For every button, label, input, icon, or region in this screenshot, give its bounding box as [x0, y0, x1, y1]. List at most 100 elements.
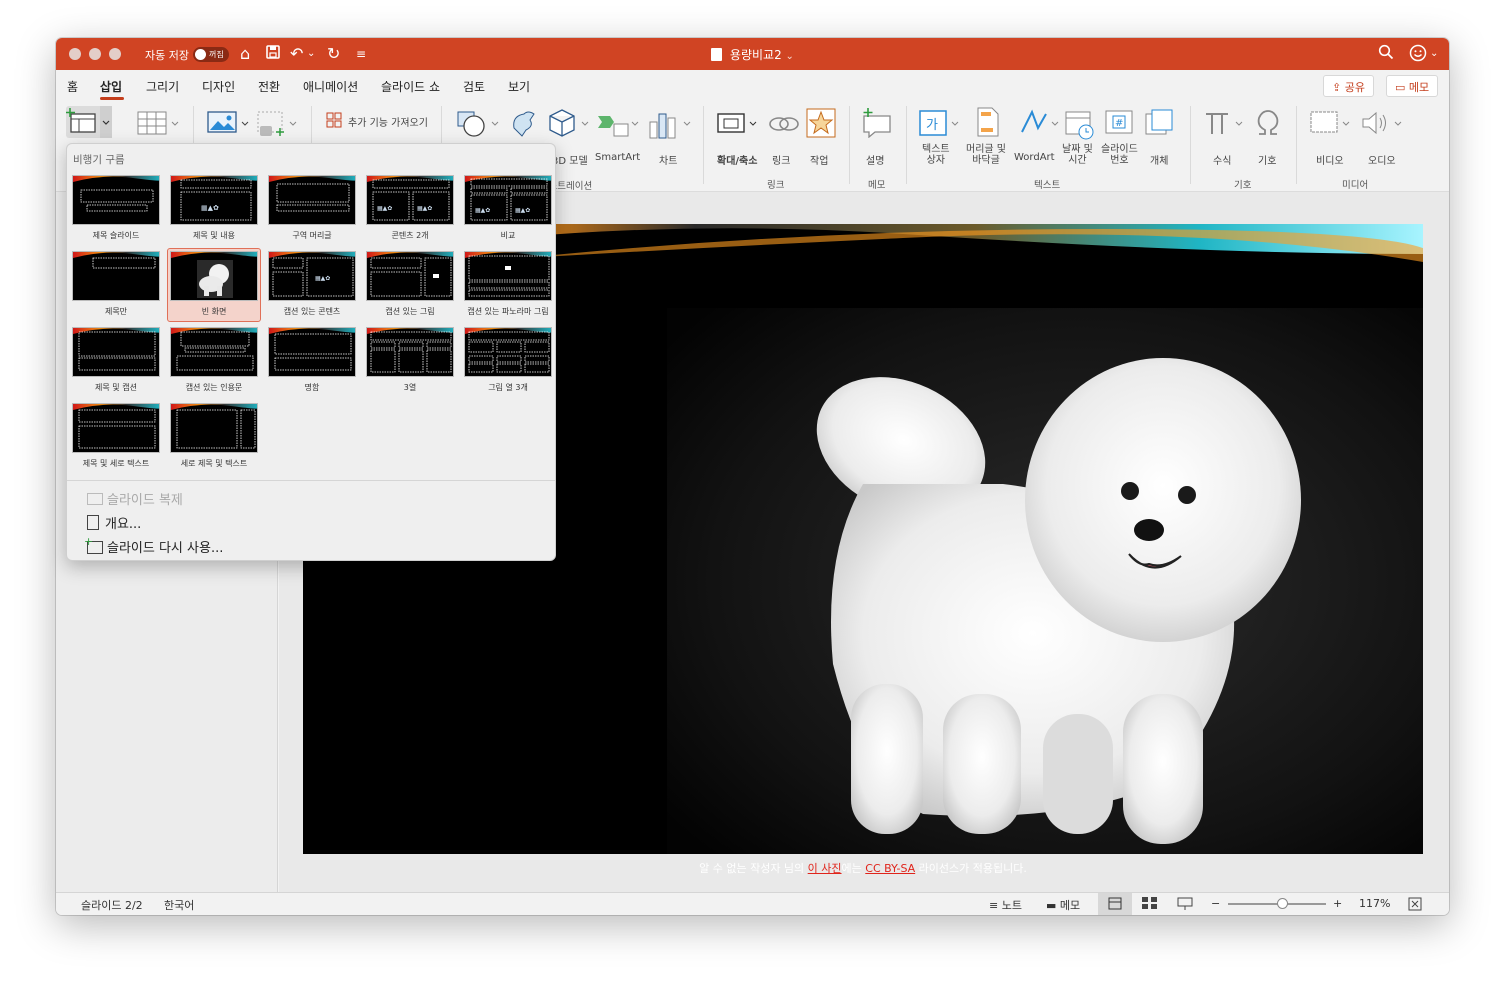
zoom-percent[interactable]: 117% — [1359, 897, 1390, 910]
chart-icon[interactable] — [648, 108, 694, 144]
layout-label: 캡션 있는 그림 — [385, 307, 435, 316]
title-chevron-icon[interactable]: ⌄ — [786, 51, 794, 62]
symbol-label[interactable]: 기호 — [1258, 152, 1276, 167]
link-group-label: 링크 — [767, 180, 785, 191]
layout-thumbnail[interactable] — [72, 327, 160, 377]
layout-thumbnail[interactable]: ▦▲✿ ▦▲✿ — [366, 175, 454, 225]
language-indicator[interactable]: 한국어 — [164, 897, 194, 913]
picture-icon[interactable] — [206, 110, 252, 142]
table-icon[interactable] — [136, 110, 180, 142]
document-title-area: 용량비교2 ⌄ — [56, 46, 1449, 63]
equation-label[interactable]: 수식 — [1213, 152, 1231, 167]
3d-model-icon[interactable] — [546, 108, 592, 144]
zoom-slider-knob[interactable] — [1276, 898, 1288, 909]
comment-label[interactable]: 설명 — [866, 152, 884, 167]
object-label[interactable]: 개체 — [1150, 152, 1168, 167]
layout-thumbnail[interactable] — [464, 327, 552, 377]
layout-thumbnail[interactable] — [170, 251, 258, 301]
feedback-dropdown-icon[interactable]: ⌄ — [1430, 44, 1438, 64]
presenter-view-icon[interactable] — [1177, 897, 1193, 914]
screenshot-icon[interactable] — [254, 110, 300, 144]
smartart-icon[interactable] — [596, 108, 642, 144]
equation-icon[interactable] — [1202, 108, 1248, 142]
link-icon[interactable] — [768, 110, 800, 142]
layout-thumbnail[interactable]: ▦▲✿ — [170, 175, 258, 225]
wordart-label[interactable]: WordArt — [1014, 152, 1055, 163]
layout-thumbnail[interactable] — [72, 251, 160, 301]
layout-thumbnail[interactable] — [72, 175, 160, 225]
normal-view-button[interactable] — [1098, 893, 1132, 915]
share-button[interactable]: ⇪ 공유 — [1323, 75, 1374, 97]
photo-link[interactable]: 이 사진 — [808, 862, 842, 875]
layout-thumbnail[interactable]: ▦▲✿ — [268, 251, 356, 301]
zoom-slider[interactable] — [1228, 898, 1326, 909]
slide-number-icon[interactable]: # — [1104, 108, 1134, 142]
new-slide-button[interactable] — [66, 106, 112, 138]
icons-icon[interactable] — [508, 108, 542, 144]
wordart-icon[interactable] — [1018, 108, 1064, 142]
tab-design[interactable]: 디자인 — [202, 78, 235, 95]
layout-thumbnail[interactable] — [366, 327, 454, 377]
smartart-label[interactable]: SmartArt — [595, 152, 640, 163]
link-label[interactable]: 링크 — [772, 152, 790, 167]
video-icon[interactable] — [1309, 108, 1355, 142]
comments-button[interactable]: ▭ 메모 — [1386, 75, 1439, 97]
header-footer-icon[interactable] — [975, 106, 1001, 142]
tab-review[interactable]: 검토 — [463, 78, 485, 95]
duplicate-slide-item: 슬라이드 복제 — [87, 489, 183, 508]
textbox-label[interactable]: 텍스트 상자 — [922, 144, 950, 166]
date-time-icon[interactable] — [1064, 108, 1096, 144]
textbox-icon[interactable]: 가 — [918, 108, 964, 142]
comments-pane-button[interactable]: ▬ 메모 — [1046, 897, 1080, 913]
reuse-slides-label: 슬라이드 다시 사용... — [107, 541, 224, 556]
3d-model-label[interactable]: 3D 모델 — [552, 152, 588, 167]
header-footer-label[interactable]: 머리글 및 바닥글 — [966, 144, 1006, 166]
chart-label[interactable]: 차트 — [659, 152, 677, 167]
action-icon[interactable] — [806, 108, 836, 142]
symbol-icon[interactable] — [1253, 108, 1283, 142]
search-icon[interactable] — [1378, 44, 1394, 65]
slide-number-label[interactable]: 슬라이드 번호 — [1101, 144, 1138, 166]
tab-transitions[interactable]: 전환 — [258, 78, 280, 95]
addins-icon[interactable] — [326, 112, 342, 132]
layout-thumbnail[interactable]: ▦▲✿ ▦▲✿ — [464, 175, 552, 225]
tab-animations[interactable]: 애니메이션 — [303, 78, 358, 95]
reuse-slides-item[interactable]: + 슬라이드 다시 사용... — [84, 536, 224, 556]
video-label[interactable]: 비디오 — [1316, 152, 1344, 167]
new-comment-icon[interactable] — [861, 108, 893, 142]
outline-item[interactable]: 개요... — [87, 513, 141, 532]
fit-slide-icon[interactable] — [1408, 897, 1422, 914]
notes-button[interactable]: ≡ 노트 — [989, 897, 1022, 913]
duplicate-slide-label: 슬라이드 복제 — [107, 493, 183, 508]
shapes-icon[interactable] — [456, 108, 502, 144]
audio-icon[interactable] — [1359, 108, 1405, 142]
layout-label: 제목 및 내용 — [193, 231, 235, 240]
zoom-out-button[interactable]: − — [1211, 897, 1220, 910]
license-link[interactable]: CC BY-SA — [865, 862, 915, 875]
svg-text:#: # — [1115, 118, 1123, 129]
addins-label[interactable]: 추가 기능 가져오기 — [348, 114, 428, 129]
layout-label: 3열 — [403, 383, 417, 392]
layout-thumbnail[interactable] — [366, 251, 454, 301]
reuse-slides-icon: + — [84, 536, 103, 554]
zoom-in-button[interactable]: + — [1333, 897, 1342, 910]
layout-thumbnail[interactable] — [170, 403, 258, 453]
tab-home[interactable]: 홈 — [67, 78, 78, 95]
object-icon[interactable] — [1144, 108, 1174, 142]
layout-thumbnail[interactable] — [170, 327, 258, 377]
layout-thumbnail[interactable] — [72, 403, 160, 453]
tab-view[interactable]: 보기 — [508, 78, 530, 95]
layout-thumbnail[interactable] — [268, 327, 356, 377]
slide-sorter-view-icon[interactable] — [1142, 897, 1158, 912]
action-label[interactable]: 작업 — [810, 152, 828, 167]
zoom-icon[interactable] — [716, 110, 762, 142]
zoom-label[interactable]: 확대/축소 — [717, 152, 757, 167]
layout-thumbnail[interactable] — [268, 175, 356, 225]
date-time-label[interactable]: 날짜 및 시간 — [1062, 144, 1093, 166]
tab-slideshow[interactable]: 슬라이드 쇼 — [381, 78, 440, 95]
tab-insert[interactable]: 삽입 — [100, 78, 122, 95]
tab-draw[interactable]: 그리기 — [146, 78, 179, 95]
audio-label[interactable]: 오디오 — [1368, 152, 1396, 167]
feedback-smiley-icon[interactable] — [1409, 44, 1427, 67]
layout-thumbnail[interactable] — [464, 251, 552, 301]
